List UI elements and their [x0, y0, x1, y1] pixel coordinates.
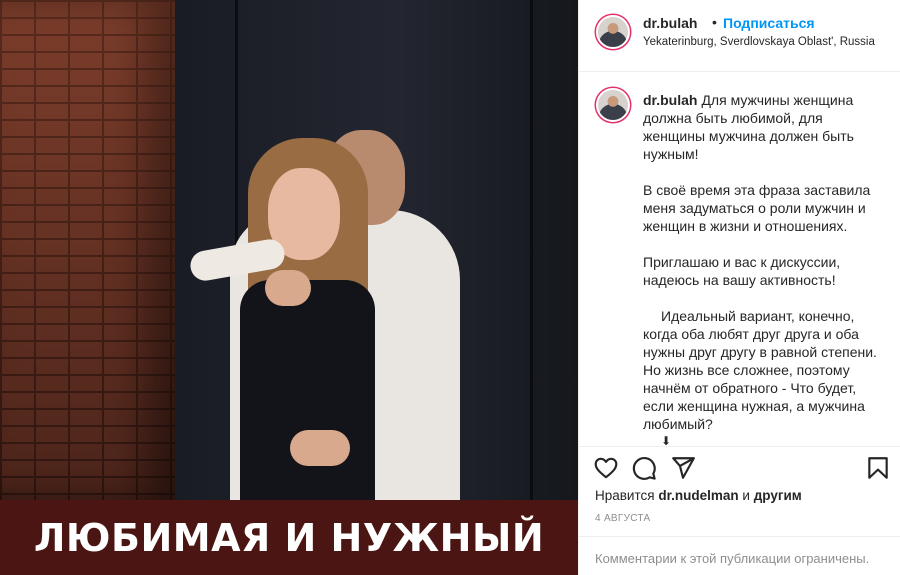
post-caption: dr.bulah Для мужчины женщина должна быть …	[643, 91, 888, 446]
likes-connector: и	[742, 488, 750, 503]
likes-others-link[interactable]: другим	[754, 488, 802, 503]
post-header: dr.bulah • Подписаться Yekaterinburg, Sv…	[579, 0, 900, 72]
likes-user-link[interactable]: dr.nudelman	[658, 488, 738, 503]
couple-figure	[170, 130, 460, 510]
caption-paragraph: Приглашаю и вас к дискуссии, надеюсь на …	[643, 254, 841, 288]
avatar[interactable]	[596, 88, 630, 122]
photo-caption: ЛЮБИМАЯ И НУЖНЫЙ	[33, 516, 545, 560]
post-date[interactable]: 4 АВГУСТА	[595, 513, 650, 524]
comments-footer: Комментарии к этой публикации ограничены…	[579, 536, 900, 575]
brick-wall	[0, 0, 175, 500]
separator-dot: •	[712, 14, 717, 30]
avatar[interactable]	[596, 15, 630, 49]
woman-dress	[240, 280, 375, 510]
hand	[290, 430, 350, 466]
header-username[interactable]: dr.bulah	[643, 15, 697, 31]
action-bar	[579, 446, 900, 486]
caption-username[interactable]: dr.bulah	[643, 92, 697, 108]
door-edge	[530, 0, 533, 500]
post-side-panel: dr.bulah • Подписаться Yekaterinburg, Sv…	[578, 0, 900, 575]
paper-plane-icon[interactable]	[670, 455, 696, 481]
likes-summary: Нравится dr.nudelman и другим	[595, 488, 802, 503]
comment-icon[interactable]	[631, 455, 657, 481]
comments-limited-notice: Комментарии к этой публикации ограничены…	[595, 551, 870, 566]
hand	[265, 270, 311, 306]
caption-area: dr.bulah Для мужчины женщина должна быть …	[579, 73, 900, 446]
bookmark-icon[interactable]	[865, 455, 891, 481]
likes-prefix: Нравится	[595, 488, 655, 503]
post-container: ЛЮБИМАЯ И НУЖНЫЙ dr.bulah • Подписаться …	[0, 0, 900, 575]
follow-button[interactable]: Подписаться	[723, 15, 815, 31]
caption-paragraph: Идеальный вариант, конечно, когда оба лю…	[643, 308, 877, 432]
location-link[interactable]: Yekaterinburg, Sverdlovskaya Oblast', Ru…	[643, 36, 875, 48]
post-photo[interactable]: ЛЮБИМАЯ И НУЖНЫЙ	[0, 0, 578, 575]
down-arrow-icon: ⬇	[661, 434, 672, 446]
heart-icon[interactable]	[593, 455, 619, 481]
caption-paragraph: В своё время эта фраза заставила меня за…	[643, 182, 871, 234]
